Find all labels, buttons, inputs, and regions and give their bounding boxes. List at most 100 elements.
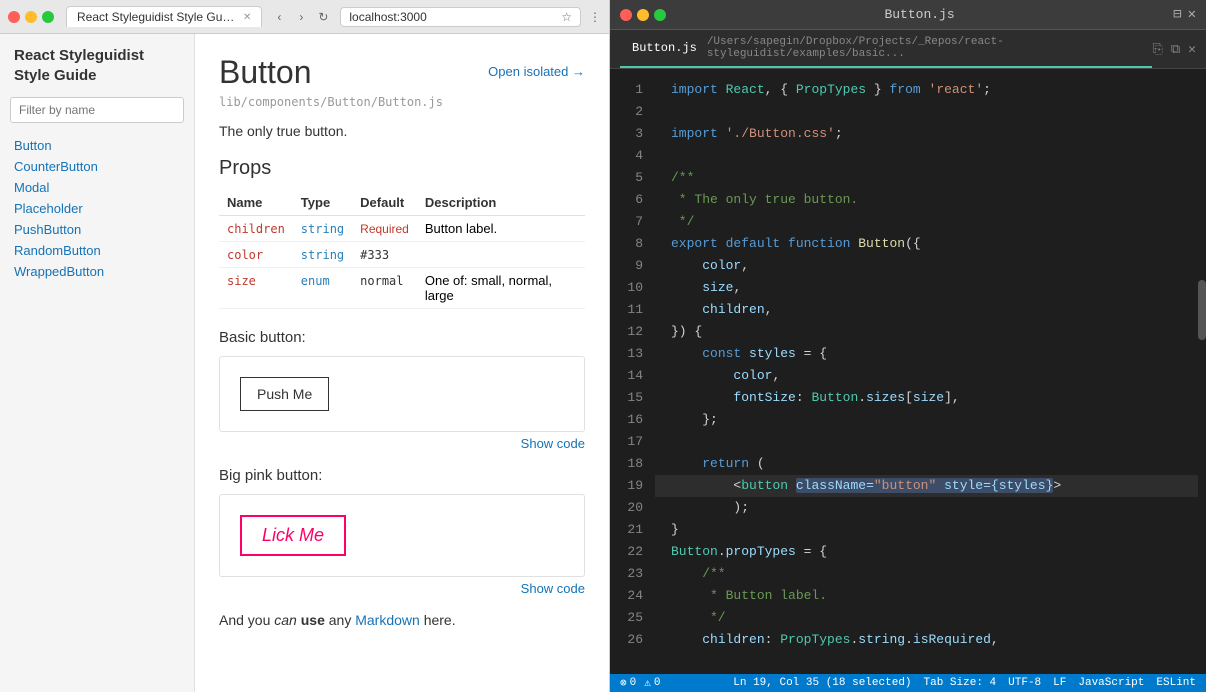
line-num-1: 1 (623, 79, 643, 101)
line-num-22: 22 (623, 541, 643, 563)
editor-code-area[interactable]: 1 2 3 4 5 6 7 8 9 10 11 12 13 14 15 16 1… (610, 69, 1206, 674)
open-isolated-link[interactable]: Open isolated → (488, 64, 585, 79)
line-num-6: 6 (623, 189, 643, 211)
editor-statusbar: ⊗ 0 ⚠ 0 Ln 19, Col 35 (18 selected) Tab … (610, 674, 1206, 692)
code-line-15: fontSize: Button.sizes[size], (655, 387, 1206, 409)
code-line-24: * Button label. (655, 585, 1206, 607)
tab-label: React Styleguidist Style Guide (77, 10, 237, 24)
line-num-9: 9 (623, 255, 643, 277)
copy-path-icon[interactable]: ⎘ (1152, 42, 1162, 57)
code-line-16: }; (655, 409, 1206, 431)
sidebar-item-placeholder[interactable]: Placeholder (0, 198, 194, 219)
markdown-strong-use: use (301, 612, 325, 628)
refresh-button[interactable]: ↻ (314, 8, 332, 26)
close-tab-icon[interactable]: ✕ (1188, 42, 1196, 57)
code-line-17 (655, 431, 1206, 453)
prop-name: children (227, 222, 285, 236)
code-line-11: children, (655, 299, 1206, 321)
browser-chrome: React Styleguidist Style Guide ✕ ‹ › ↻ l… (0, 0, 609, 34)
sidebar-item-random-button[interactable]: RandomButton (0, 240, 194, 261)
sidebar-item-push-button[interactable]: PushButton (0, 219, 194, 240)
prop-description (417, 242, 585, 268)
editor-window-title: Button.js (674, 7, 1165, 22)
col-description: Description (417, 190, 585, 216)
error-icon: ⊗ (620, 676, 627, 690)
encoding: UTF-8 (1008, 677, 1041, 689)
line-num-13: 13 (623, 343, 643, 365)
editor-maximize-button[interactable] (654, 9, 666, 21)
component-description: The only true button. (219, 123, 585, 139)
sidebar-item-counter-button[interactable]: CounterButton (0, 156, 194, 177)
statusbar-left: ⊗ 0 ⚠ 0 (620, 676, 660, 690)
code-line-4 (655, 145, 1206, 167)
example-1-title: Basic button: (219, 329, 585, 346)
sidebar-item-wrapped-button[interactable]: WrappedButton (0, 261, 194, 282)
line-num-15: 15 (623, 387, 643, 409)
maximize-button[interactable] (42, 11, 54, 23)
line-num-26: 26 (623, 629, 643, 651)
code-line-10: size, (655, 277, 1206, 299)
linter-status[interactable]: ESLint (1156, 677, 1196, 689)
line-num-2: 2 (623, 101, 643, 123)
line-num-4: 4 (623, 145, 643, 167)
code-line-21: } (655, 519, 1206, 541)
editor-tab-button-js[interactable]: Button.js /Users/sapegin/Dropbox/Project… (620, 30, 1152, 68)
table-row: size enum normal One of: small, normal, … (219, 268, 585, 309)
editor-tab-bar: Button.js /Users/sapegin/Dropbox/Project… (610, 30, 1206, 69)
split-view-icon[interactable]: ⧉ (1171, 42, 1180, 57)
code-line-12: }) { (655, 321, 1206, 343)
browser-tab[interactable]: React Styleguidist Style Guide ✕ (66, 6, 262, 27)
scrollbar-track (1198, 240, 1206, 640)
code-line-25: */ (655, 607, 1206, 629)
example-2-title: Big pink button: (219, 467, 585, 484)
forward-button[interactable]: › (292, 8, 310, 26)
sidebar-item-modal[interactable]: Modal (0, 177, 194, 198)
editor-close-button[interactable] (620, 9, 632, 21)
code-line-22: Button.propTypes = { (655, 541, 1206, 563)
split-editor-icon[interactable]: ⊟ (1173, 6, 1181, 23)
editor-tab-icons: ⎘ ⧉ ✕ (1152, 42, 1196, 57)
file-path: lib/components/Button/Button.js (219, 95, 585, 109)
demo-push-me-button[interactable]: Push Me (240, 377, 329, 411)
line-num-17: 17 (623, 431, 643, 453)
code-line-26: children: PropTypes.string.isRequired, (655, 629, 1206, 651)
markdown-link[interactable]: Markdown (355, 612, 420, 628)
line-num-7: 7 (623, 211, 643, 233)
url-text: localhost:3000 (349, 10, 555, 24)
show-code-link-2[interactable]: Show code (521, 581, 585, 596)
close-editor-icon[interactable]: ✕ (1188, 6, 1196, 23)
prop-default: #333 (360, 248, 389, 262)
minimize-button[interactable] (25, 11, 37, 23)
component-header: Button Open isolated → (219, 54, 585, 91)
code-line-8: export default function Button({ (655, 233, 1206, 255)
back-button[interactable]: ‹ (270, 8, 288, 26)
table-row: children string Required Button label. (219, 216, 585, 242)
filter-input[interactable] (10, 97, 184, 123)
line-num-18: 18 (623, 453, 643, 475)
editor-minimize-button[interactable] (637, 9, 649, 21)
line-num-20: 20 (623, 497, 643, 519)
code-content[interactable]: import React, { PropTypes } from 'react'… (655, 69, 1206, 674)
line-numbers: 1 2 3 4 5 6 7 8 9 10 11 12 13 14 15 16 1… (610, 69, 655, 674)
example-1-preview: Push Me (219, 356, 585, 432)
code-line-2 (655, 101, 1206, 123)
close-button[interactable] (8, 11, 20, 23)
browser-window: React Styleguidist Style Guide ✕ ‹ › ↻ l… (0, 0, 610, 692)
browser-menu-icon[interactable]: ⋮ (589, 10, 601, 24)
line-num-16: 16 (623, 409, 643, 431)
demo-lick-me-button[interactable]: Lick Me (240, 515, 346, 556)
scrollbar-thumb[interactable] (1198, 280, 1206, 340)
line-num-21: 21 (623, 519, 643, 541)
markdown-em-can: can (274, 612, 297, 628)
sidebar-item-button[interactable]: Button (0, 135, 194, 156)
code-line-5: /** (655, 167, 1206, 189)
line-num-25: 25 (623, 607, 643, 629)
language-mode[interactable]: JavaScript (1078, 677, 1144, 689)
component-title: Button (219, 54, 312, 91)
code-line-23: /** (655, 563, 1206, 585)
show-code-link-1[interactable]: Show code (521, 436, 585, 451)
bookmark-icon[interactable]: ☆ (561, 10, 572, 24)
tab-close-icon[interactable]: ✕ (243, 12, 251, 23)
address-bar[interactable]: localhost:3000 ☆ (340, 7, 581, 27)
line-ending: LF (1053, 677, 1066, 689)
